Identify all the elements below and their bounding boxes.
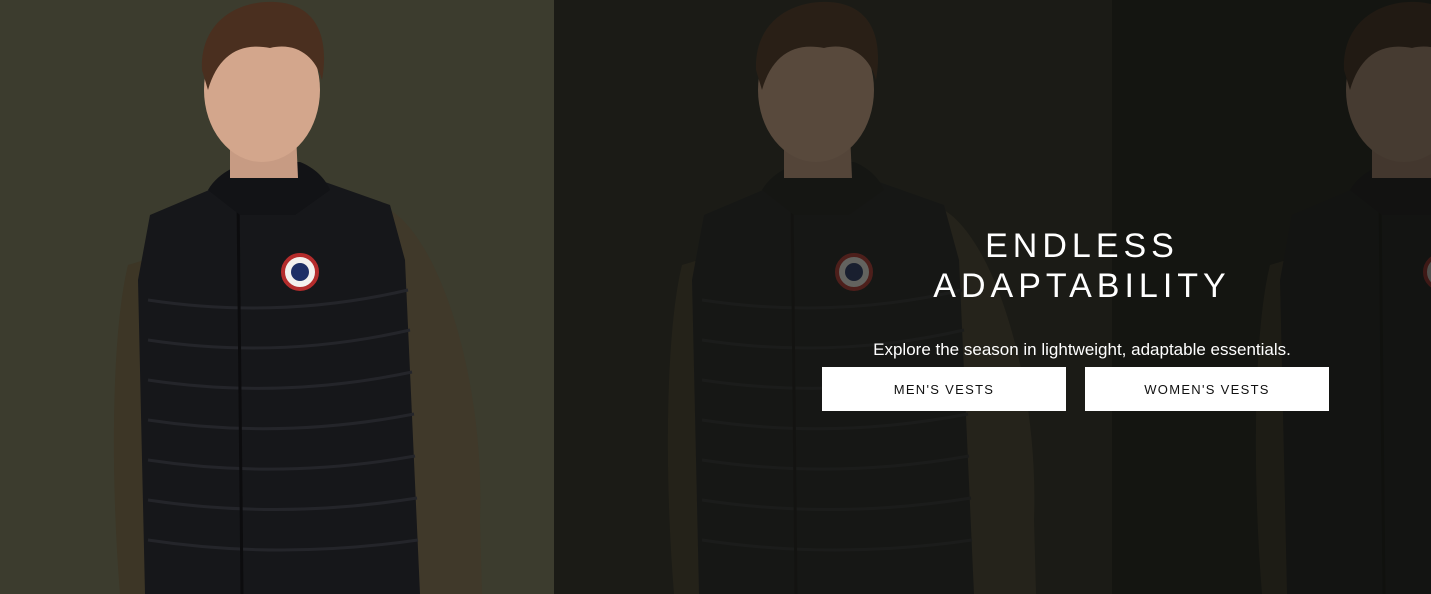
mens-vests-button[interactable]: MEN'S VESTS <box>822 367 1066 411</box>
hero-cta-group: MEN'S VESTS WOMEN'S VESTS <box>822 367 1330 411</box>
model-image <box>113 1 482 594</box>
hero-banner: ENDLESS ADAPTABILITY Explore the season … <box>0 0 1431 594</box>
hero-subheadline: Explore the season in lightweight, adapt… <box>873 340 1291 359</box>
hero-content: ENDLESS ADAPTABILITY Explore the season … <box>820 226 1330 411</box>
hero-image-panel-left <box>0 0 554 594</box>
hero-headline: ENDLESS ADAPTABILITY <box>933 227 1231 305</box>
womens-vests-button[interactable]: WOMEN'S VESTS <box>1085 367 1329 411</box>
